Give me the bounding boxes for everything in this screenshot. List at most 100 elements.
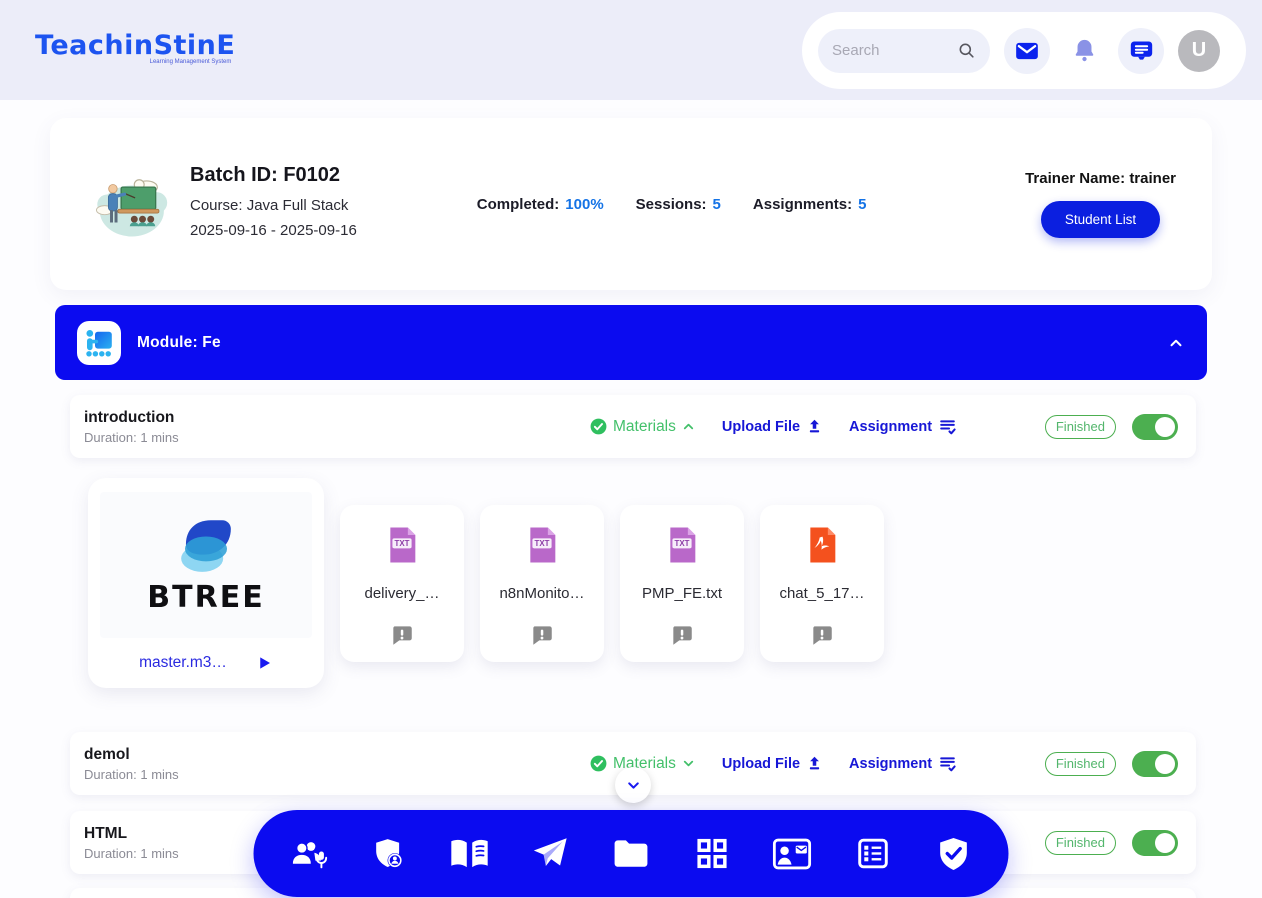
material-file-card[interactable]: TXT PMP_FE.txt	[620, 505, 744, 662]
upload-file-label: Upload File	[722, 419, 800, 435]
session-status: Finished	[1045, 830, 1178, 856]
upload-file-label: Upload File	[722, 756, 800, 772]
session-duration: Duration: 1 mins	[84, 767, 589, 782]
chevron-down-icon	[681, 756, 696, 771]
stat-completed-label: Completed:	[477, 196, 560, 213]
messages-icon	[1128, 37, 1155, 64]
toggle-knob	[1155, 833, 1175, 853]
status-badge: Finished	[1045, 415, 1116, 439]
check-circle-icon	[589, 417, 608, 436]
notifications-button[interactable]	[1064, 28, 1104, 74]
upload-icon	[806, 418, 823, 435]
batch-summary-card: Batch ID: F0102 Course: Java Full Stack …	[50, 118, 1212, 290]
students-audio-icon	[288, 837, 328, 871]
modules-grid-icon	[695, 837, 728, 870]
search-box[interactable]	[818, 29, 990, 73]
nav-students-audio-button[interactable]	[282, 828, 334, 880]
material-file-card[interactable]: TXT n8nMonito…	[480, 505, 604, 662]
file-name: n8nMonito…	[499, 585, 584, 602]
nav-course-book-button[interactable]	[444, 828, 496, 880]
video-file-link[interactable]: master.m3…	[139, 654, 227, 672]
app-logo[interactable]: TeachinStinE Learning Management System	[35, 30, 235, 65]
nav-modules-grid-button[interactable]	[686, 828, 738, 880]
contact-card-icon	[773, 838, 812, 870]
nav-contact-card-button[interactable]	[766, 828, 818, 880]
assignment-button[interactable]: Assignment	[849, 754, 957, 773]
stat-sessions-value: 5	[713, 196, 721, 213]
assignment-button[interactable]: Assignment	[849, 417, 957, 436]
file-name: chat_5_17…	[779, 585, 864, 602]
app-logo-subtitle: Learning Management System	[35, 59, 235, 65]
batch-stats: Completed: 100% Sessions: 5 Assignments:…	[477, 196, 867, 213]
user-avatar[interactable]: U	[1178, 30, 1220, 72]
stat-sessions-label: Sessions:	[636, 196, 707, 213]
session-actions: Materials Upload File Assignment	[589, 417, 957, 436]
session-title: demol	[84, 746, 589, 764]
btree-logo-icon	[163, 516, 249, 578]
comment-alert-icon[interactable]	[389, 622, 415, 648]
stat-assignments-label: Assignments:	[753, 196, 852, 213]
mail-icon	[1014, 38, 1040, 64]
upload-file-button[interactable]: Upload File	[722, 755, 823, 772]
nav-folder-button[interactable]	[605, 828, 657, 880]
module-title: Module: Fe	[137, 334, 221, 352]
nav-assignments-list-button[interactable]	[847, 828, 899, 880]
header-actions: U	[802, 12, 1246, 89]
material-video-card[interactable]: BTREE master.m3…	[88, 478, 324, 688]
check-circle-icon	[589, 754, 608, 773]
svg-text:TXT: TXT	[395, 539, 410, 548]
trainer-label: Trainer Name:	[1025, 170, 1129, 187]
session-row: demol Duration: 1 mins Materials Upload …	[70, 732, 1196, 795]
search-icon[interactable]	[957, 41, 976, 60]
batch-course: Course: Java Full Stack	[190, 194, 357, 219]
comment-alert-icon[interactable]	[809, 622, 835, 648]
mail-button[interactable]	[1004, 28, 1050, 74]
chevron-up-icon[interactable]	[1167, 334, 1185, 352]
play-icon[interactable]	[255, 654, 273, 672]
shield-user-icon	[372, 837, 406, 871]
comment-alert-icon[interactable]	[529, 622, 555, 648]
nav-shield-user-button[interactable]	[363, 828, 415, 880]
module-header[interactable]: Module: Fe	[55, 305, 1207, 380]
comment-alert-icon[interactable]	[669, 622, 695, 648]
toggle-knob	[1155, 754, 1175, 774]
app-logo-title: TeachinStinE	[35, 30, 235, 61]
session-toggle[interactable]	[1132, 414, 1178, 440]
txt-file-icon: TXT	[665, 525, 699, 565]
file-name: delivery_…	[364, 585, 439, 602]
svg-text:TXT: TXT	[535, 539, 550, 548]
video-brand-text: BTREE	[147, 580, 264, 615]
messages-button[interactable]	[1118, 28, 1164, 74]
batch-dates: 2025-09-16 - 2025-09-16	[190, 219, 357, 244]
session-toggle[interactable]	[1132, 830, 1178, 856]
assignment-list-icon	[938, 754, 957, 773]
session-info: demol Duration: 1 mins	[84, 746, 589, 782]
trainer-name: trainer	[1129, 170, 1176, 187]
status-badge: Finished	[1045, 831, 1116, 855]
svg-text:TXT: TXT	[675, 539, 690, 548]
session-duration: Duration: 1 mins	[84, 430, 589, 445]
nav-send-button[interactable]	[524, 828, 576, 880]
nav-shield-check-button[interactable]	[928, 828, 980, 880]
bottom-navigation	[254, 810, 1009, 897]
materials-toggle[interactable]: Materials	[589, 417, 696, 436]
stat-completed-value: 100%	[565, 196, 603, 213]
material-file-card[interactable]: TXT delivery_…	[340, 505, 464, 662]
assignment-list-icon	[938, 417, 957, 436]
video-thumbnail: BTREE	[100, 492, 312, 638]
classroom-illustration	[94, 163, 168, 245]
session-title: introduction	[84, 409, 589, 427]
module-icon	[77, 321, 121, 365]
top-header: TeachinStinE Learning Management System	[0, 0, 1262, 100]
session-toggle[interactable]	[1132, 751, 1178, 777]
txt-file-icon: TXT	[385, 525, 419, 565]
chevron-up-icon	[681, 419, 696, 434]
stat-sessions: Sessions: 5	[636, 196, 721, 213]
material-file-card[interactable]: chat_5_17…	[760, 505, 884, 662]
upload-file-button[interactable]: Upload File	[722, 418, 823, 435]
search-input[interactable]	[832, 42, 957, 59]
send-icon	[532, 835, 569, 872]
expand-materials-button[interactable]	[615, 767, 651, 803]
status-badge: Finished	[1045, 752, 1116, 776]
student-list-button[interactable]: Student List	[1041, 201, 1160, 238]
